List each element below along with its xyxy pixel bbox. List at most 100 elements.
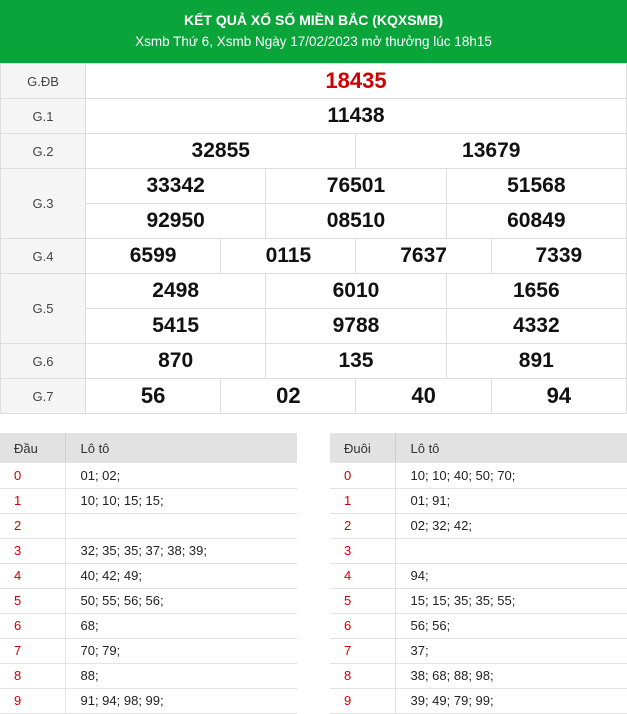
- prize-number: 51568: [445, 168, 627, 204]
- loto-header: Lô tô: [65, 433, 297, 463]
- table-row: 6 56; 56;: [330, 613, 627, 639]
- table-row: 1 10; 10; 15; 15;: [0, 488, 297, 514]
- prize-number: 60849: [445, 203, 627, 239]
- prize-number: 76501: [265, 168, 447, 204]
- table-row: 6 68;: [0, 613, 297, 639]
- prize-label: G.5: [0, 273, 86, 344]
- loto-values: [65, 513, 297, 539]
- prize-row-g6: G.6 870 135 891: [0, 343, 627, 379]
- dau-digit: 6: [0, 613, 66, 639]
- prize-number: 6010: [265, 273, 447, 309]
- table-row: 7 37;: [330, 638, 627, 664]
- loto-values: 94;: [395, 563, 627, 589]
- table-row: 5 50; 55; 56; 56;: [0, 588, 297, 614]
- prize-number: 1656: [445, 273, 627, 309]
- table-row: 2 02; 32; 42;: [330, 513, 627, 539]
- loto-header: Lô tô: [395, 433, 627, 463]
- table-row: 8 88;: [0, 663, 297, 689]
- table-row: 5 15; 15; 35; 35; 55;: [330, 588, 627, 614]
- dau-header: Đầu: [0, 433, 66, 463]
- prize-number: 2498: [84, 273, 267, 309]
- prize-number: 5415: [84, 308, 267, 344]
- loto-values: 39; 49; 79; 99;: [395, 688, 627, 714]
- prize-number: 9788: [265, 308, 447, 344]
- page-subtitle: Xsmb Thứ 6, Xsmb Ngày 17/02/2023 mở thưở…: [135, 34, 492, 49]
- table-row: 0 01; 02;: [0, 463, 297, 489]
- loto-values: 02; 32; 42;: [395, 513, 627, 539]
- prize-label: G.2: [0, 133, 86, 169]
- results-table: G.ĐB 18435 G.1 11438 G.2 32855 13679 G.3…: [0, 63, 627, 414]
- prize-label: G.ĐB: [0, 63, 86, 99]
- prize-row-g5-b: 5415 9788 4332: [1, 308, 627, 344]
- duoi-loto-panel: Đuôi Lô tô 0 10; 10; 40; 50; 70; 1 01; 91; 2…: [330, 433, 627, 714]
- special-prize-number: 18435: [85, 63, 627, 99]
- table-row: 0 10; 10; 40; 50; 70;: [330, 463, 627, 489]
- prize-label: G.1: [0, 98, 86, 134]
- duoi-digit: 4: [330, 563, 396, 589]
- prize-number: 7339: [490, 238, 627, 274]
- prize-number: 4332: [445, 308, 627, 344]
- prize-row-g2: G.2 32855 13679: [0, 133, 627, 169]
- prize-label: G.3: [0, 168, 86, 239]
- loto-values: [395, 538, 627, 564]
- duoi-digit: 5: [330, 588, 396, 614]
- prize-row-g7: G.7 56 02 40 94: [0, 378, 627, 414]
- prize-number: 92950: [84, 203, 267, 239]
- prize-number: 40: [355, 378, 492, 414]
- loto-values: 56; 56;: [395, 613, 627, 639]
- prize-number: 870: [84, 343, 267, 379]
- prize-number: 7637: [355, 238, 492, 274]
- table-row: 4 40; 42; 49;: [0, 563, 297, 589]
- table-row: 4 94;: [330, 563, 627, 589]
- table-row: 3: [330, 538, 627, 564]
- prize-number: 135: [265, 343, 447, 379]
- duoi-header: Đuôi: [330, 433, 396, 463]
- loto-values: 50; 55; 56; 56;: [65, 588, 297, 614]
- loto-values: 01; 91;: [395, 488, 627, 514]
- prize-number: 08510: [265, 203, 447, 239]
- table-row: 7 70; 79;: [0, 638, 297, 664]
- prize-number: 56: [84, 378, 222, 414]
- loto-values: 88;: [65, 663, 297, 689]
- prize-number: 94: [490, 378, 627, 414]
- prize-number: 13679: [355, 133, 627, 169]
- table-row: 1 01; 91;: [330, 488, 627, 514]
- loto-values: 70; 79;: [65, 638, 297, 664]
- loto-values: 10; 10; 40; 50; 70;: [395, 463, 627, 489]
- loto-values: 15; 15; 35; 35; 55;: [395, 588, 627, 614]
- loto-values: 40; 42; 49;: [65, 563, 297, 589]
- duoi-digit: 3: [330, 538, 396, 564]
- duoi-digit: 7: [330, 638, 396, 664]
- prize-number: 02: [220, 378, 357, 414]
- prize-row-g3: G.3 33342 76501 51568: [0, 168, 627, 239]
- dau-digit: 8: [0, 663, 66, 689]
- dau-digit: 3: [0, 538, 66, 564]
- dau-digit: 7: [0, 638, 66, 664]
- dau-digit: 9: [0, 688, 66, 714]
- duoi-digit: 1: [330, 488, 396, 514]
- loto-values: 32; 35; 35; 37; 38; 39;: [65, 538, 297, 564]
- loto-values: 91; 94; 98; 99;: [65, 688, 297, 714]
- prize-label: G.4: [0, 238, 86, 274]
- dau-loto-panel: Đầu Lô tô 0 01; 02; 1 10; 10; 15; 15; 2 3 32; …: [0, 433, 297, 714]
- prize-row-g1: G.1 11438: [0, 98, 627, 134]
- loto-values: 68;: [65, 613, 297, 639]
- duoi-digit: 2: [330, 513, 396, 539]
- table-row: 8 38; 68; 88; 98;: [330, 663, 627, 689]
- table-row: 9 39; 49; 79; 99;: [330, 688, 627, 714]
- prize-row-g3-b: 92950 08510 60849: [1, 203, 627, 239]
- dau-digit: 2: [0, 513, 66, 539]
- prize-number: 11438: [85, 98, 627, 134]
- loto-values: 01; 02;: [65, 463, 297, 489]
- duoi-digit: 0: [330, 463, 396, 489]
- prize-number: 33342: [84, 168, 267, 204]
- prize-label: G.7: [0, 378, 86, 414]
- loto-values: 10; 10; 15; 15;: [65, 488, 297, 514]
- table-row: 3 32; 35; 35; 37; 38; 39;: [0, 538, 297, 564]
- duoi-digit: 6: [330, 613, 396, 639]
- dau-loto-table: Đầu Lô tô 0 01; 02; 1 10; 10; 15; 15; 2 3 32; …: [0, 433, 297, 714]
- table-row: 2: [0, 513, 297, 539]
- loto-values: 38; 68; 88; 98;: [395, 663, 627, 689]
- dau-digit: 5: [0, 588, 66, 614]
- prize-label: G.6: [0, 343, 86, 379]
